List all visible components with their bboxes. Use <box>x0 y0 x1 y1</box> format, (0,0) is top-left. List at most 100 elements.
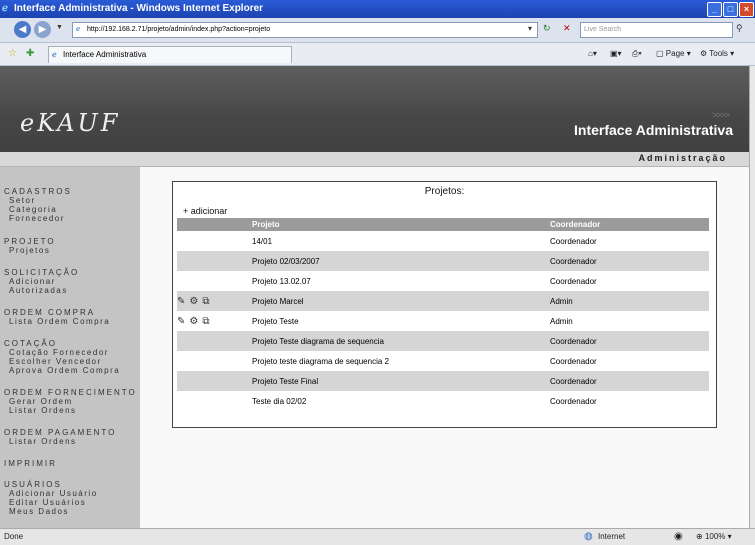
address-toolbar: ◀ ▶ ▼ http://192.168.2.71/projeto/admin/… <box>0 18 755 43</box>
table-row[interactable]: ✎ ⚙ ⧉ Projeto Marcel Admin <box>177 291 709 311</box>
sidebar-item-lista-ordem-compra[interactable]: Lista Ordem Compra <box>9 317 110 326</box>
table-row[interactable]: Teste dia 02/02 Coordenador <box>177 391 709 411</box>
table-row[interactable]: 14/01 Coordenador <box>177 231 709 251</box>
row-actions <box>177 231 249 251</box>
sidebar-menu: CADASTROS Setor Categoria Fornecedor PRO… <box>0 167 140 528</box>
project-name[interactable]: Projeto Teste Final <box>249 371 547 391</box>
project-name[interactable]: Projeto Marcel <box>249 291 547 311</box>
sidebar-item-fornecedor[interactable]: Fornecedor <box>9 214 65 223</box>
sidebar-item-autorizadas[interactable]: Autorizadas <box>9 286 68 295</box>
sidebar-section-imprimir[interactable]: IMPRIMIR <box>4 459 57 468</box>
sidebar-item-listar-ordens[interactable]: Listar Ordens <box>9 406 77 415</box>
zoom-level: 100% <box>704 532 726 541</box>
admin-label: Administração <box>638 153 727 163</box>
members-icon[interactable]: ⚙ <box>189 296 198 307</box>
back-button[interactable]: ◀ <box>14 21 31 38</box>
tab-interface-administrativa[interactable]: ℯ Interface Administrativa <box>48 46 292 63</box>
sidebar-section-ordem-compra: ORDEM COMPRA <box>4 308 96 317</box>
sidebar-item-gerar-ordem[interactable]: Gerar Ordem <box>9 397 73 406</box>
logo-text: eKAUF <box>20 109 121 137</box>
close-button[interactable]: × <box>739 2 754 17</box>
table-row[interactable]: Projeto Teste diagrama de sequencia Coor… <box>177 331 709 351</box>
print-icon[interactable]: ⎙▾ <box>632 49 642 59</box>
sidebar-section-cotacao: COTAÇÃO <box>4 339 57 348</box>
sidebar-item-projetos[interactable]: Projetos <box>9 246 50 255</box>
add-favorites-icon[interactable]: ✚ <box>26 48 34 59</box>
sidebar-item-categoria[interactable]: Categoria <box>9 205 57 214</box>
sidebar-section-usuarios: USUÁRIOS <box>4 480 62 489</box>
history-dropdown-icon[interactable]: ▼ <box>56 24 63 31</box>
table-row[interactable]: Projeto 13.02.07 Coordenador <box>177 271 709 291</box>
tab-row: ☆ ✚ ℯ Interface Administrativa ⌂▾ ▣▾ ⎙▾ … <box>0 43 755 66</box>
edit-icon[interactable]: ✎ <box>177 296 185 307</box>
project-name[interactable]: Teste dia 02/02 <box>249 391 547 411</box>
search-input[interactable]: Live Search <box>580 22 733 38</box>
copy-icon[interactable]: ⧉ <box>202 316 209 327</box>
maximize-button[interactable]: □ <box>723 2 738 17</box>
projects-table: Projeto Coordenador 14/01 Coordenador Pr… <box>177 218 709 411</box>
site-header: eKAUF >>>> Interface Administrativa <box>0 66 749 152</box>
sidebar-section-cadastros: CADASTROS <box>4 187 72 196</box>
table-row[interactable]: Projeto Teste Final Coordenador <box>177 371 709 391</box>
decorative-arrows-icon: >>>> <box>711 110 730 120</box>
table-row[interactable]: Projeto 02/03/2007 Coordenador <box>177 251 709 271</box>
project-name[interactable]: Projeto Teste <box>249 311 547 331</box>
feeds-icon[interactable]: ▣▾ <box>610 49 622 58</box>
refresh-icon[interactable]: ↻ <box>543 23 551 34</box>
row-actions <box>177 251 249 271</box>
sidebar-item-editar-usuarios[interactable]: Editar Usuários <box>9 498 86 507</box>
minimize-button[interactable]: _ <box>707 2 722 17</box>
project-name[interactable]: 14/01 <box>249 231 547 251</box>
table-header-row: Projeto Coordenador <box>177 218 709 231</box>
coordinator-column-header: Coordenador <box>547 218 709 231</box>
sidebar-item-cotacao-fornecedor[interactable]: Cotação Fornecedor <box>9 348 109 357</box>
table-row[interactable]: ✎ ⚙ ⧉ Projeto Teste Admin <box>177 311 709 331</box>
project-coordinator: Admin <box>547 291 709 311</box>
search-icon[interactable]: ⚲ <box>736 23 743 34</box>
sidebar-item-aprova-ordem-compra[interactable]: Aprova Ordem Compra <box>9 366 120 375</box>
table-row[interactable]: Projeto teste diagrama de sequencia 2 Co… <box>177 351 709 371</box>
stop-icon[interactable]: ✕ <box>563 23 571 34</box>
window-title-bar: ℯ Interface Administrativa - Windows Int… <box>0 0 755 18</box>
sidebar-item-adicionar[interactable]: Adicionar <box>9 277 56 286</box>
admin-bar: Administração <box>0 152 749 167</box>
row-actions <box>177 371 249 391</box>
project-column-header: Projeto <box>249 218 547 231</box>
home-icon[interactable]: ⌂▾ <box>588 49 597 58</box>
project-name[interactable]: Projeto 13.02.07 <box>249 271 547 291</box>
add-project-link[interactable]: + adicionar <box>183 206 227 216</box>
status-text: Done <box>4 532 24 541</box>
copy-icon[interactable]: ⧉ <box>202 296 209 307</box>
sidebar-item-listar-ordens-pagamento[interactable]: Listar Ordens <box>9 437 77 446</box>
edit-icon[interactable]: ✎ <box>177 316 185 327</box>
forward-button[interactable]: ▶ <box>34 21 51 38</box>
sidebar-section-solicitacao: SOLICITAÇÃO <box>4 268 80 277</box>
sidebar-item-escolher-vencedor[interactable]: Escolher Vencedor <box>9 357 102 366</box>
app-title: Interface Administrativa <box>574 122 733 138</box>
project-coordinator: Coordenador <box>547 331 709 351</box>
address-input[interactable]: http://192.168.2.71/projeto/admin/index.… <box>72 22 538 38</box>
address-dropdown-icon[interactable]: ▾ <box>528 24 532 33</box>
row-actions <box>177 351 249 371</box>
zoom-control[interactable]: ⊕ 100% ▾ <box>696 532 732 541</box>
project-name[interactable]: Projeto 02/03/2007 <box>249 251 547 271</box>
panel-title: Projetos: <box>424 186 465 197</box>
sidebar-item-setor[interactable]: Setor <box>9 196 36 205</box>
project-name[interactable]: Projeto teste diagrama de sequencia 2 <box>249 351 547 371</box>
sidebar-item-meus-dados[interactable]: Meus Dados <box>9 507 69 516</box>
project-coordinator: Coordenador <box>550 356 597 366</box>
favorites-star-icon[interactable]: ☆ <box>8 48 17 59</box>
vertical-scrollbar[interactable] <box>749 66 755 528</box>
row-actions <box>177 271 249 291</box>
sidebar-section-ordem-fornecimento: ORDEM FORNECIMENTO <box>4 388 137 397</box>
row-actions <box>177 391 249 411</box>
tools-menu[interactable]: ⚙ Tools ▾ <box>700 49 734 58</box>
page-menu[interactable]: ▢ Page ▾ <box>656 49 691 58</box>
project-name[interactable]: Projeto Teste diagrama de sequencia <box>249 331 547 351</box>
page-menu-label: Page <box>665 49 685 58</box>
sidebar-item-adicionar-usuario[interactable]: Adicionar Usuário <box>9 489 98 498</box>
tab-page-icon: ℯ <box>52 50 57 59</box>
project-coordinator: Coordenador <box>550 276 597 286</box>
members-icon[interactable]: ⚙ <box>189 316 198 327</box>
project-coordinator: Coordenador <box>550 236 597 246</box>
